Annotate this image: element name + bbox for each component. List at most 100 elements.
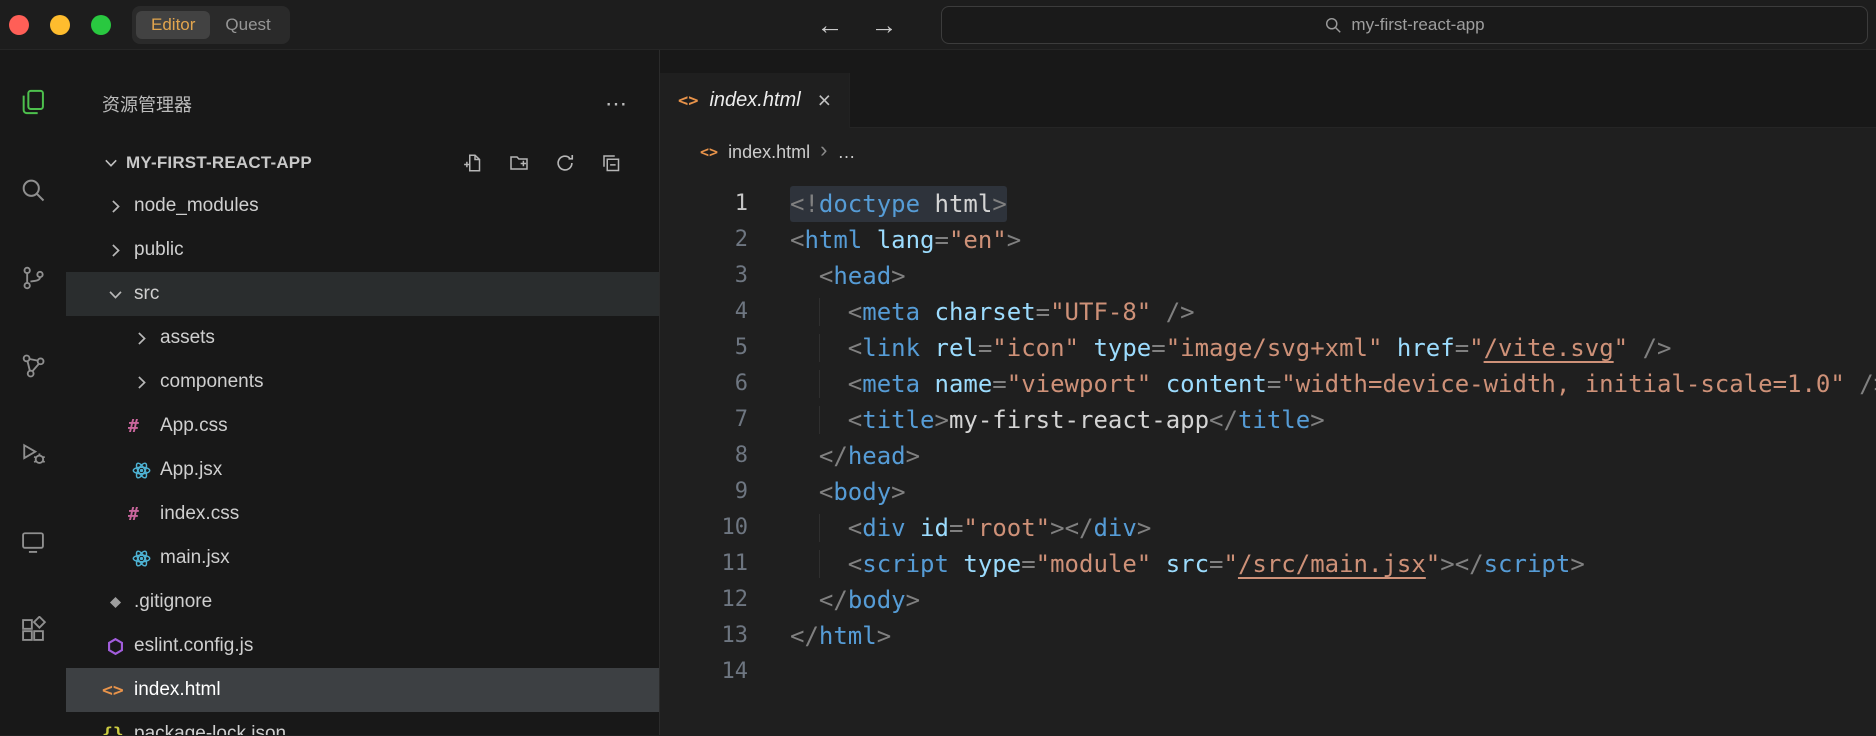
breadcrumb-file[interactable]: index.html bbox=[728, 142, 810, 163]
line-number: 5 bbox=[734, 335, 748, 360]
new-folder-button[interactable] bbox=[509, 153, 529, 173]
command-center-search[interactable]: my-first-react-app bbox=[941, 6, 1868, 44]
back-button[interactable]: ← bbox=[808, 0, 852, 50]
close-tab-button[interactable]: × bbox=[818, 89, 831, 112]
code-line-text: <head> bbox=[818, 262, 906, 290]
zoom-window-button[interactable] bbox=[91, 14, 111, 35]
tree-item-main.jsx[interactable]: main.jsx bbox=[66, 536, 659, 580]
refresh-explorer-button[interactable] bbox=[555, 153, 575, 173]
html-file-icon: <> bbox=[102, 679, 124, 701]
html-file-icon: <> bbox=[678, 90, 699, 111]
tree-item-assets[interactable]: assets bbox=[66, 316, 659, 360]
breadcrumb-symbol[interactable]: … bbox=[837, 142, 855, 163]
code-line-5[interactable]: 5 <link rel="icon" type="image/svg+xml" … bbox=[660, 330, 1876, 366]
code-line-text: <link rel="icon" type="image/svg+xml" hr… bbox=[790, 330, 1671, 366]
chevron-down-icon bbox=[102, 285, 128, 304]
more-actions-button[interactable]: ⋯ bbox=[605, 91, 629, 117]
tree-item-App.jsx[interactable]: App.jsx bbox=[66, 448, 659, 492]
window-controls bbox=[0, 14, 111, 35]
tree-item-index.css[interactable]: # index.css bbox=[66, 492, 659, 536]
extensions-icon[interactable] bbox=[19, 616, 47, 644]
tree-item-label: main.jsx bbox=[160, 547, 230, 568]
line-number: 6 bbox=[734, 371, 748, 396]
code-line-11[interactable]: 11 <script type="module" src="/src/main.… bbox=[660, 546, 1876, 582]
tab-label: index.html bbox=[709, 89, 801, 111]
tree-item-label: package-lock.json bbox=[134, 723, 287, 735]
tree-item-public[interactable]: public bbox=[66, 228, 659, 272]
code-line-4[interactable]: 4 <meta charset="UTF-8" /> bbox=[660, 294, 1876, 330]
explorer-actions bbox=[463, 153, 621, 173]
tab-editor[interactable]: Editor bbox=[136, 10, 211, 39]
code-line-3[interactable]: 3 <head> bbox=[660, 258, 1876, 294]
line-number: 1 bbox=[734, 191, 748, 216]
code-line-text: <html lang="en"> bbox=[790, 226, 1022, 254]
line-number: 7 bbox=[734, 407, 748, 432]
eslint-file-icon bbox=[102, 637, 128, 656]
explorer-icon[interactable] bbox=[19, 88, 47, 116]
minimize-window-button[interactable] bbox=[50, 14, 70, 35]
code-line-text: <title>my-first-react-app</title> bbox=[790, 402, 1325, 438]
workspace-name: MY-FIRST-REACT-APP bbox=[126, 153, 312, 172]
react-file-icon bbox=[128, 549, 154, 568]
code-line-7[interactable]: 7 <title>my-first-react-app</title> bbox=[660, 402, 1876, 438]
line-number: 2 bbox=[734, 227, 748, 252]
code-line-1[interactable]: 1 <!doctype html> bbox=[660, 186, 1876, 222]
editor-group: <> index.html × <> index.html › … 1 <!doc… bbox=[660, 50, 1876, 735]
tab-index-html[interactable]: <> index.html × bbox=[660, 73, 851, 128]
close-window-button[interactable] bbox=[9, 14, 29, 35]
tree-item-components[interactable]: components bbox=[66, 360, 659, 404]
tree-item-label: src bbox=[134, 283, 160, 304]
tree-item-package-lock.json[interactable]: {} package-lock.json bbox=[66, 712, 659, 735]
line-number: 12 bbox=[721, 587, 749, 612]
tree-item-label: index.css bbox=[160, 503, 240, 524]
code-line-text: <meta name="viewport" content="width=dev… bbox=[790, 366, 1876, 402]
tree-item-App.css[interactable]: # App.css bbox=[66, 404, 659, 448]
line-number: 8 bbox=[734, 443, 748, 468]
code-editor[interactable]: 1 <!doctype html> 2 <html lang="en"> 3 <head… bbox=[660, 176, 1876, 735]
line-number: 13 bbox=[721, 623, 749, 648]
connections-icon[interactable] bbox=[19, 352, 47, 380]
line-number: 10 bbox=[721, 515, 749, 540]
css-file-icon: # bbox=[128, 415, 139, 437]
workbench: 资源管理器 ⋯ MY-FIRST-REACT-APP node_modules … bbox=[0, 50, 1876, 735]
titlebar: Editor Quest ← → my-first-react-app bbox=[0, 0, 1876, 50]
html-file-icon: <> bbox=[700, 143, 719, 161]
remote-window-icon[interactable] bbox=[19, 528, 47, 556]
run-debug-icon[interactable] bbox=[19, 440, 47, 468]
tree-item-label: App.css bbox=[160, 415, 228, 436]
line-number: 9 bbox=[734, 479, 748, 504]
code-line-text: <!doctype html> bbox=[790, 186, 1007, 222]
code-line-text: </head> bbox=[818, 442, 921, 470]
activity-bar bbox=[0, 50, 66, 735]
sidebar-header: 资源管理器 ⋯ bbox=[66, 50, 659, 142]
workspace-section-header[interactable]: MY-FIRST-REACT-APP bbox=[66, 142, 659, 184]
new-file-button[interactable] bbox=[463, 153, 483, 173]
vscode-window: Editor Quest ← → my-first-react-app 资源管理… bbox=[0, 0, 1876, 736]
code-line-6[interactable]: 6 <meta name="viewport" content="width=d… bbox=[660, 366, 1876, 402]
tree-item-node_modules[interactable]: node_modules bbox=[66, 184, 659, 228]
code-line-13[interactable]: 13 </html> bbox=[660, 618, 1876, 654]
code-line-9[interactable]: 9 <body> bbox=[660, 474, 1876, 510]
tree-item-label: .gitignore bbox=[134, 591, 213, 612]
search-view-icon[interactable] bbox=[19, 176, 47, 204]
file-tree: node_modules public src assets components # Ap… bbox=[66, 184, 659, 735]
tree-item-index.html[interactable]: <> index.html bbox=[66, 668, 659, 712]
code-line-10[interactable]: 10 <div id="root"></div> bbox=[660, 510, 1876, 546]
code-line-2[interactable]: 2 <html lang="en"> bbox=[660, 222, 1876, 258]
source-control-icon[interactable] bbox=[19, 264, 47, 292]
chevron-right-icon bbox=[102, 241, 128, 260]
chevron-right-icon bbox=[128, 329, 154, 348]
tree-item-src[interactable]: src bbox=[66, 272, 659, 316]
json-file-icon: {} bbox=[102, 723, 124, 736]
tree-item-label: App.jsx bbox=[160, 459, 223, 480]
line-number: 14 bbox=[721, 659, 749, 684]
tree-item-eslint.config.js[interactable]: eslint.config.js bbox=[66, 624, 659, 668]
tab-quest[interactable]: Quest bbox=[210, 11, 285, 39]
chevron-right-icon: › bbox=[820, 137, 828, 162]
collapse-folders-button[interactable] bbox=[601, 153, 621, 173]
tree-item-.gitignore[interactable]: .gitignore bbox=[66, 580, 659, 624]
code-line-12[interactable]: 12 </body> bbox=[660, 582, 1876, 618]
code-line-8[interactable]: 8 </head> bbox=[660, 438, 1876, 474]
code-line-14[interactable]: 14 bbox=[660, 654, 1876, 690]
forward-button[interactable]: → bbox=[862, 0, 906, 50]
